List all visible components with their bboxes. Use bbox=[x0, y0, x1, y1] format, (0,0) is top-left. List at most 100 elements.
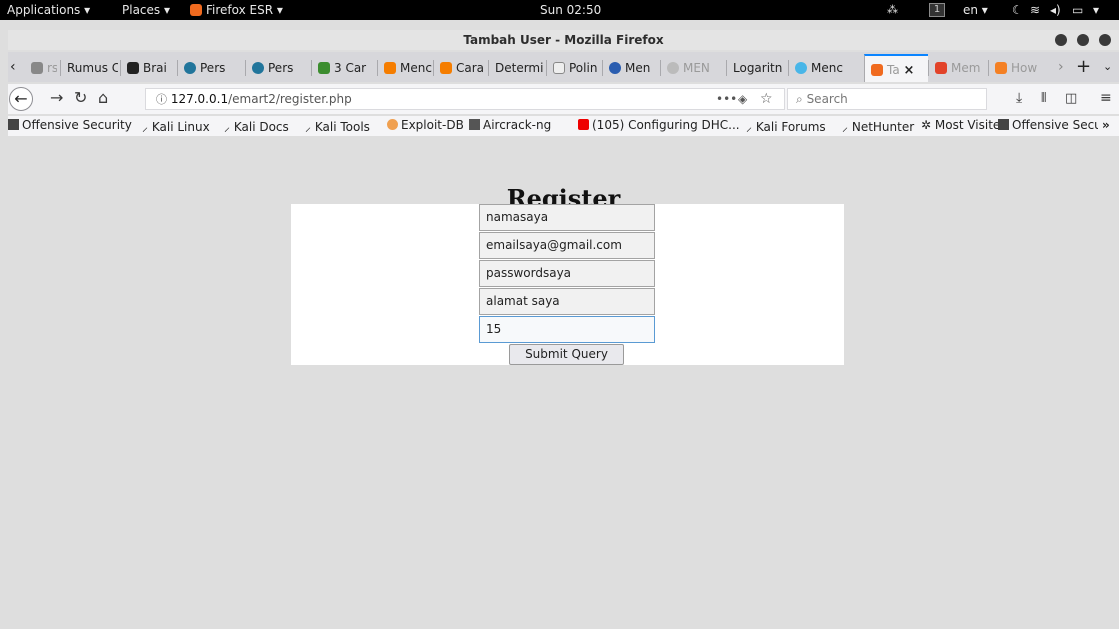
sidebar-icon[interactable]: ◫ bbox=[1065, 91, 1077, 106]
tab-5[interactable]: 3 Car bbox=[311, 60, 377, 76]
dropbox-icon[interactable]: ⁂ bbox=[887, 3, 898, 16]
tab-7[interactable]: Cara bbox=[433, 60, 488, 76]
tab-11[interactable]: MEN bbox=[660, 60, 726, 76]
tab-9[interactable]: Polin bbox=[546, 60, 602, 76]
bookmark-most-visited[interactable]: ✲ Most Visited bbox=[921, 118, 1008, 132]
clock[interactable]: Sun 02:50 bbox=[540, 3, 601, 17]
tab-strip: ‹ rs Rumus C Brai Pers Pers 3 Car Menc C… bbox=[8, 52, 1119, 82]
bookmark-kali-linux[interactable]: ⸝ Kali Linux bbox=[142, 118, 210, 135]
search-bar[interactable]: ⌕ Search bbox=[787, 88, 987, 110]
bookmark-kali-tools[interactable]: ⸝ Kali Tools bbox=[305, 118, 370, 135]
tab-13[interactable]: Menc bbox=[788, 60, 848, 76]
bookmark-star-icon[interactable]: ☆ bbox=[760, 89, 773, 109]
password-field[interactable]: passwordsaya bbox=[479, 260, 655, 287]
bookmark-label: Kali Forums bbox=[755, 120, 826, 134]
tab-label: rs bbox=[47, 61, 57, 75]
tab-16[interactable]: How bbox=[988, 60, 1050, 76]
tab-label: Logaritn bbox=[733, 61, 783, 75]
tab-label: Menc bbox=[811, 61, 843, 75]
bookmark-exploit-db[interactable]: Exploit-DB bbox=[387, 118, 464, 132]
tab-label: Pers bbox=[200, 61, 226, 75]
new-tab-icon[interactable]: + bbox=[1076, 56, 1091, 77]
bookmark-label: (105) Configuring DHC... bbox=[592, 118, 740, 132]
system-menu-icon[interactable]: ▾ bbox=[1093, 3, 1099, 17]
reload-icon[interactable]: ↻ bbox=[74, 88, 87, 107]
window-title-bar: Tambah User - Mozilla Firefox bbox=[8, 30, 1119, 50]
kali-icon: ⸝ bbox=[224, 120, 231, 134]
address-field[interactable]: alamat saya bbox=[479, 288, 655, 315]
search-placeholder: Search bbox=[806, 92, 848, 106]
number-field[interactable]: 15 bbox=[479, 316, 655, 343]
email-field[interactable]: emailsaya@gmail.com bbox=[479, 232, 655, 259]
night-light-icon: ☾ bbox=[1012, 3, 1023, 17]
tab-label: Mem bbox=[951, 61, 981, 75]
maximize-icon[interactable] bbox=[1077, 34, 1089, 46]
more-bookmarks-icon[interactable]: » bbox=[1102, 118, 1110, 132]
tab-label: How bbox=[1011, 61, 1038, 75]
firefox-icon bbox=[190, 4, 202, 16]
downloads-icon[interactable]: ⤓ bbox=[1016, 90, 1022, 106]
tab-label: Menc bbox=[400, 61, 432, 75]
scroll-tabs-left-icon[interactable]: ‹ bbox=[10, 59, 16, 75]
tab-label: Cara bbox=[456, 61, 485, 75]
scroll-tabs-right-icon[interactable]: › bbox=[1058, 59, 1064, 75]
tab-14-active[interactable]: Ta × bbox=[864, 54, 928, 82]
tab-favicon-icon bbox=[127, 62, 139, 74]
pocket-icon[interactable]: ◈ bbox=[738, 89, 747, 109]
stackoverflow-icon bbox=[995, 62, 1007, 74]
page-actions-icon[interactable]: ••• bbox=[716, 89, 737, 109]
bookmark-aircrack-ng[interactable]: Aircrack-ng bbox=[469, 118, 551, 132]
bookmark-kali-forums[interactable]: ⸝ Kali Forums bbox=[746, 118, 826, 135]
youtube-icon bbox=[578, 119, 589, 130]
tab-0[interactable]: rs bbox=[25, 60, 57, 76]
app-menu[interactable]: Firefox ESR ▾ bbox=[190, 3, 283, 17]
kali-icon: ⸝ bbox=[842, 120, 849, 134]
tab-label: Ta bbox=[887, 63, 900, 77]
tab-2[interactable]: Brai bbox=[120, 60, 175, 76]
hamburger-menu-icon[interactable]: ≡ bbox=[1100, 90, 1112, 106]
tab-favicon-icon bbox=[795, 62, 807, 74]
bookmark-youtube[interactable]: (105) Configuring DHC... bbox=[578, 118, 740, 132]
tab-10[interactable]: Men bbox=[602, 60, 660, 76]
url-bar[interactable]: ⓘ 127.0.0.1/emart2/register.php ••• ◈ ☆ bbox=[145, 88, 785, 110]
bookmark-offensive-security-2[interactable]: Offensive Security bbox=[998, 118, 1098, 132]
bookmark-label: Exploit-DB bbox=[401, 118, 464, 132]
library-icon[interactable]: ⫴ bbox=[1041, 91, 1046, 106]
workspace-indicator[interactable]: 1 bbox=[929, 3, 945, 17]
tab-label: MEN bbox=[683, 61, 710, 75]
tab-favicon-icon bbox=[609, 62, 621, 74]
page-content: Register namasaya emailsaya@gmail.com pa… bbox=[8, 138, 1119, 629]
minimize-icon[interactable] bbox=[1055, 34, 1067, 46]
wikipedia-icon bbox=[553, 62, 565, 74]
list-all-tabs-icon[interactable]: ⌄ bbox=[1103, 60, 1112, 73]
tab-label: Men bbox=[625, 61, 651, 75]
tab-favicon-icon bbox=[318, 62, 330, 74]
back-arrow-icon[interactable]: ← bbox=[9, 87, 33, 111]
bookmark-nethunter[interactable]: ⸝ NetHunter bbox=[842, 118, 914, 135]
site-info-icon[interactable]: ⓘ bbox=[156, 93, 167, 106]
bookmark-offensive-security[interactable]: Offensive Security bbox=[8, 118, 132, 132]
applications-menu[interactable]: Applications ▾ bbox=[7, 3, 90, 17]
close-window-icon[interactable] bbox=[1099, 34, 1111, 46]
blogger-icon bbox=[440, 62, 452, 74]
volume-icon: ◂) bbox=[1050, 3, 1061, 17]
close-tab-icon[interactable]: × bbox=[904, 63, 915, 78]
submit-button[interactable]: Submit Query bbox=[509, 344, 624, 365]
places-menu[interactable]: Places ▾ bbox=[122, 3, 170, 17]
tab-8[interactable]: Determi bbox=[488, 60, 546, 76]
tab-4[interactable]: Pers bbox=[245, 60, 311, 76]
tab-1[interactable]: Rumus C bbox=[60, 60, 118, 76]
tab-12[interactable]: Logaritn bbox=[726, 60, 788, 76]
tab-label: Polin bbox=[569, 61, 598, 75]
forward-arrow-icon[interactable]: → bbox=[50, 88, 63, 107]
name-field[interactable]: namasaya bbox=[479, 204, 655, 231]
search-icon: ⌕ bbox=[796, 92, 803, 106]
tab-label: Pers bbox=[268, 61, 294, 75]
tab-6[interactable]: Menc bbox=[377, 60, 433, 76]
home-icon[interactable]: ⌂ bbox=[98, 88, 108, 107]
tab-15[interactable]: Mem bbox=[928, 60, 988, 76]
bookmark-kali-docs[interactable]: ⸝ Kali Docs bbox=[224, 118, 289, 135]
tab-3[interactable]: Pers bbox=[177, 60, 245, 76]
language-menu[interactable]: en ▾ bbox=[963, 3, 988, 17]
exploitdb-icon bbox=[387, 119, 398, 130]
